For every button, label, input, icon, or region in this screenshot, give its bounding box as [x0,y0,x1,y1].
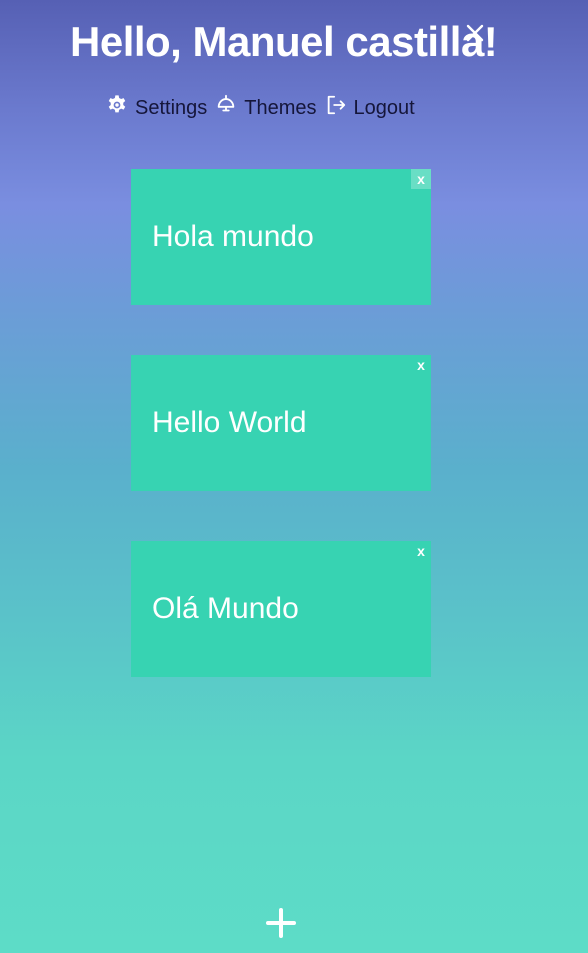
logout-link[interactable]: Logout [325,95,415,120]
card-text: Olá Mundo [152,592,299,625]
card-text: Hola mundo [152,220,314,253]
gear-icon [108,95,126,113]
greeting-title: Hello, Manuel castilla! [70,18,498,65]
user-menu: Settings Themes Logout [106,92,423,124]
add-note-button[interactable] [266,906,296,940]
settings-label: Settings [135,96,208,119]
lamp-icon [218,94,235,112]
app-root: { "header": { "greeting": "Hello, Manuel… [0,0,588,953]
settings-link[interactable]: Settings [106,95,208,120]
themes-label: Themes [244,96,317,119]
card-text: Hello World [152,406,307,439]
note-card[interactable]: x Olá Mundo [131,541,431,677]
logout-icon [327,95,345,115]
card-delete-button[interactable]: x [411,355,431,375]
card-delete-button[interactable]: x [411,169,431,189]
close-icon[interactable] [464,22,486,44]
themes-link[interactable]: Themes [215,94,317,120]
note-card[interactable]: x Hello World [131,355,431,491]
card-delete-button[interactable]: x [411,541,431,561]
logout-label: Logout [353,96,415,119]
note-card[interactable]: x Hola mundo [131,169,431,305]
